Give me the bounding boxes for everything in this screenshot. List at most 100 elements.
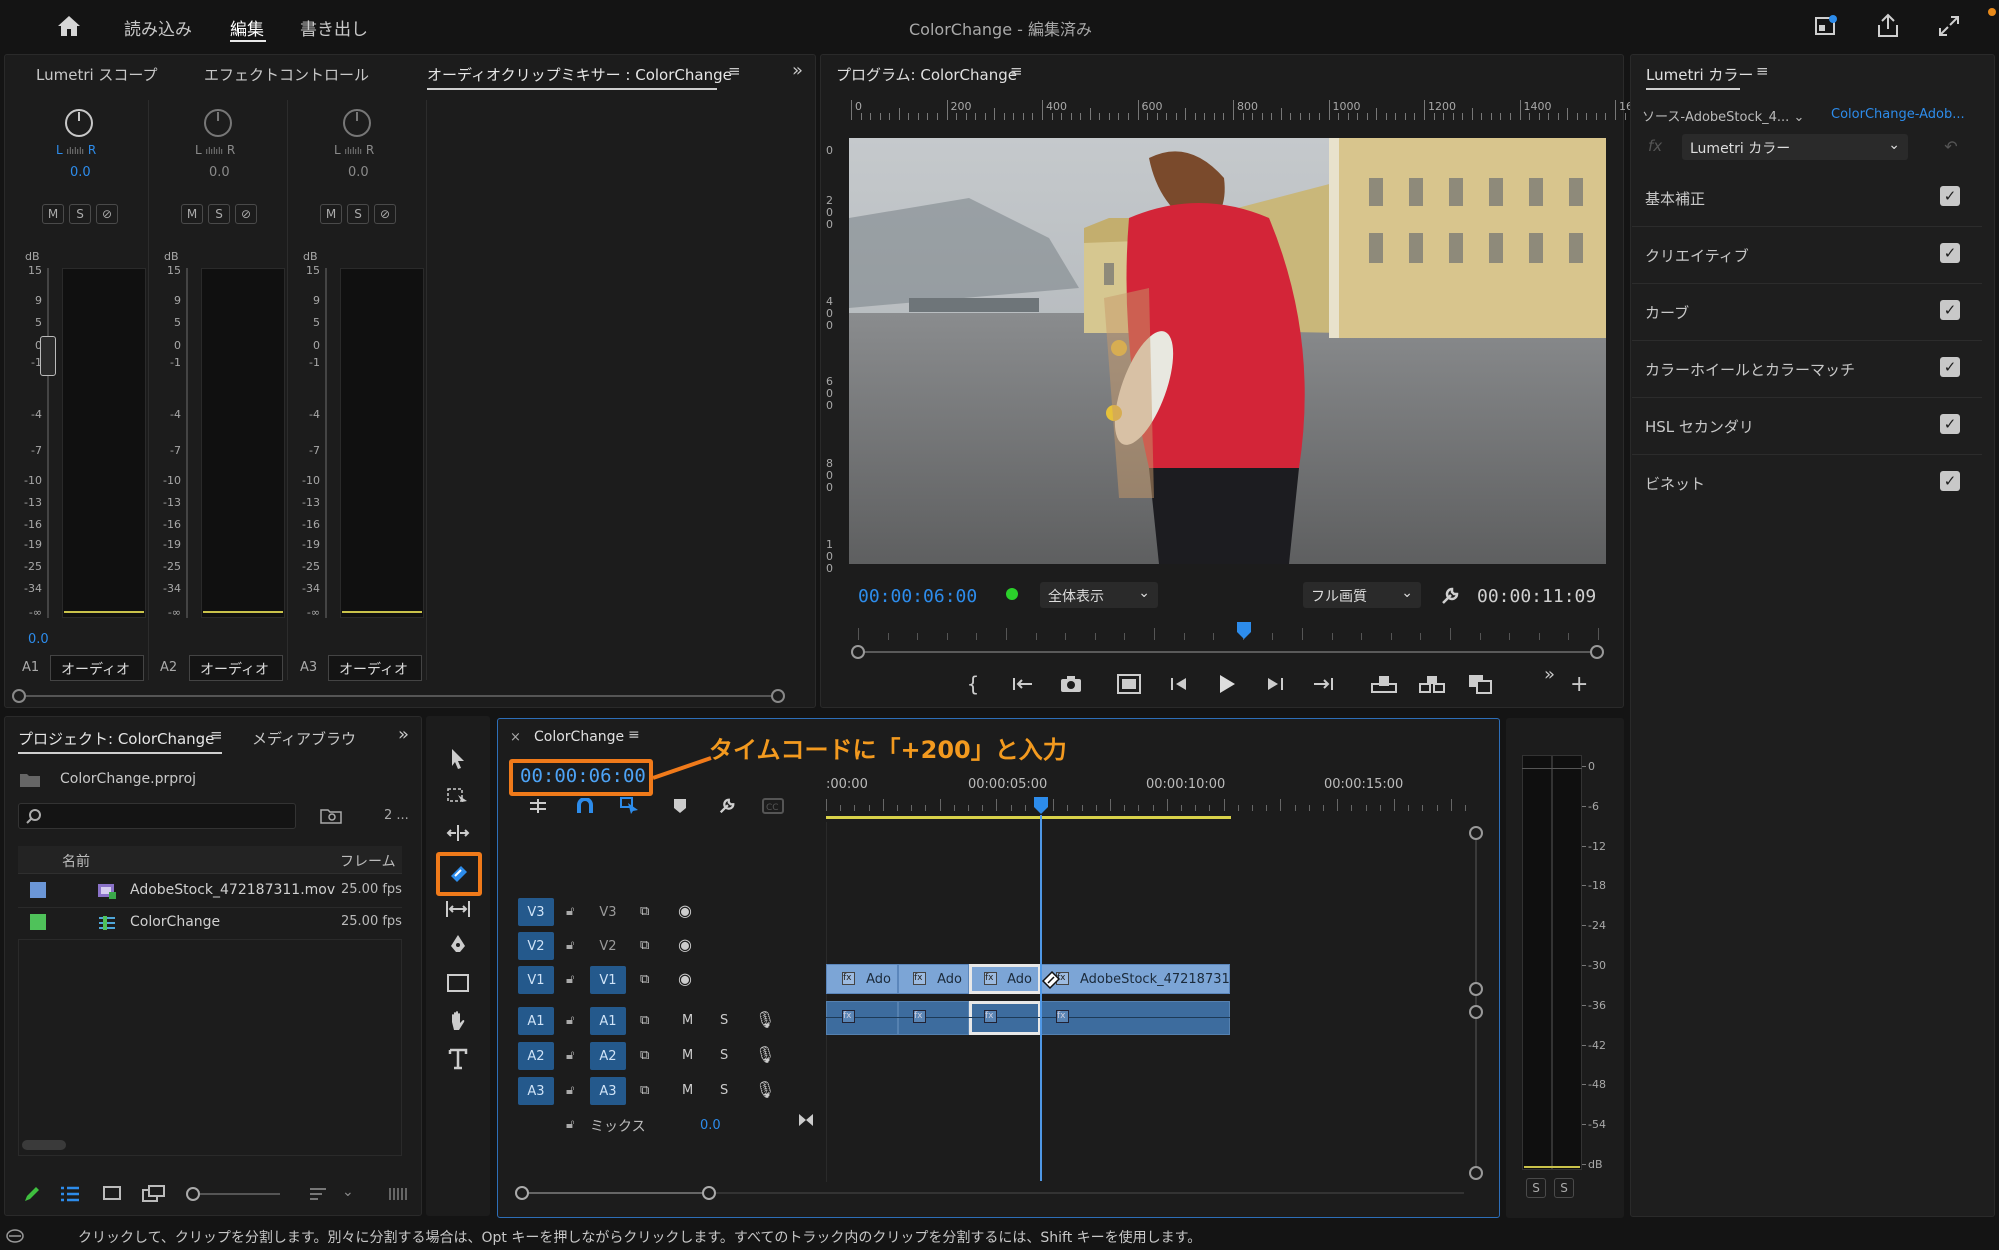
- playback-quality-dropdown[interactable]: フル画質 ⌄: [1303, 582, 1421, 608]
- solo-button-a2[interactable]: S: [208, 204, 230, 224]
- checkbox-hsl-secondary[interactable]: ✓: [1940, 414, 1960, 434]
- lock-icon[interactable]: 🔓︎: [566, 1083, 574, 1098]
- section-basic-correction[interactable]: 基本補正: [1632, 170, 1982, 227]
- pan-knob-a2-icon[interactable]: [203, 108, 233, 138]
- timeline-vscroll-track[interactable]: [1475, 833, 1477, 1173]
- solo-left-button[interactable]: S: [1526, 1178, 1546, 1198]
- pan-value-a1[interactable]: 0.0: [70, 165, 91, 180]
- tab-project[interactable]: プロジェクト: ColorChange: [18, 728, 214, 749]
- tab-edit[interactable]: 編集: [230, 15, 264, 40]
- captions-icon[interactable]: CC: [760, 796, 786, 816]
- pan-knob-a1-icon[interactable]: [64, 108, 94, 138]
- mute-track-button[interactable]: M: [682, 1048, 693, 1063]
- sequence-menu-icon[interactable]: ≡: [628, 727, 640, 743]
- nest-toggle-icon[interactable]: [526, 796, 550, 816]
- track-output-icon[interactable]: ⧉: [640, 938, 649, 953]
- eye-icon[interactable]: ◉: [678, 969, 692, 988]
- chevron-down-icon[interactable]: ⌄: [342, 1184, 354, 1200]
- checkbox-color-wheels[interactable]: ✓: [1940, 357, 1960, 377]
- lock-icon[interactable]: 🔓︎: [566, 938, 574, 953]
- eye-icon[interactable]: ◉: [678, 935, 692, 954]
- close-sequence-icon[interactable]: ×: [510, 730, 521, 745]
- mute-button-a3[interactable]: M: [320, 204, 342, 224]
- section-creative[interactable]: クリエイティブ: [1632, 227, 1982, 284]
- thumbnail-size-slider[interactable]: [190, 1193, 280, 1195]
- lock-icon[interactable]: 🔓︎: [566, 1048, 574, 1063]
- tab-lumetri-scopes[interactable]: Lumetri スコープ: [36, 64, 158, 85]
- lock-icon[interactable]: 🔓︎: [566, 904, 574, 919]
- microphone-icon[interactable]: 🎙︎: [755, 1010, 775, 1029]
- pan-knob-a3-icon[interactable]: [342, 108, 372, 138]
- pen-tool-icon[interactable]: [445, 932, 471, 958]
- list-view-icon[interactable]: [58, 1182, 82, 1206]
- track-label-a2[interactable]: A2: [590, 1042, 626, 1070]
- play-icon[interactable]: [1214, 670, 1240, 698]
- freeform-view-icon[interactable]: [140, 1182, 168, 1206]
- mix-lock-icon[interactable]: 🔓︎: [566, 1117, 574, 1132]
- pan-value-a3[interactable]: 0.0: [348, 165, 369, 180]
- transport-overflow-icon[interactable]: »: [1544, 664, 1555, 685]
- channel-name-a1[interactable]: オーディオ: [50, 655, 144, 681]
- track-output-icon[interactable]: ⧉: [640, 1048, 649, 1063]
- compare-view-icon[interactable]: [1466, 672, 1494, 696]
- video-clip[interactable]: Ado: [826, 964, 898, 994]
- automate-to-sequence-icon[interactable]: [386, 1182, 410, 1206]
- section-hsl-secondary[interactable]: HSL セカンダリ: [1632, 398, 1982, 455]
- solo-track-button[interactable]: S: [720, 1048, 728, 1063]
- source-patch-a3[interactable]: A3: [518, 1077, 554, 1105]
- eye-icon[interactable]: ◉: [678, 901, 692, 920]
- export-frame-camera-icon[interactable]: [1058, 672, 1084, 696]
- section-color-wheels[interactable]: カラーホイールとカラーマッチ: [1632, 341, 1982, 398]
- tab-media-browser[interactable]: メディアブラウ: [252, 728, 356, 749]
- hand-tool-icon[interactable]: [445, 1008, 471, 1034]
- track-output-icon[interactable]: ⧉: [640, 1083, 649, 1098]
- source-patch-v1[interactable]: V1: [518, 966, 554, 994]
- program-current-timecode[interactable]: 00:00:06:00: [858, 586, 977, 607]
- lift-icon[interactable]: [1370, 672, 1398, 696]
- mixer-scroll-handle-left[interactable]: [12, 689, 26, 703]
- icon-view-icon[interactable]: [100, 1182, 124, 1206]
- audio-clip-selected[interactable]: [969, 1001, 1041, 1035]
- checkbox-basic-correction[interactable]: ✓: [1940, 186, 1960, 206]
- mute-button-a1[interactable]: M: [42, 204, 64, 224]
- program-in-handle[interactable]: [851, 645, 865, 659]
- sort-icon[interactable]: [306, 1182, 330, 1206]
- pencil-icon[interactable]: [20, 1182, 44, 1206]
- thumbnail-size-handle[interactable]: [186, 1187, 200, 1201]
- type-tool-icon[interactable]: [445, 1046, 471, 1072]
- track-label-a1[interactable]: A1: [590, 1007, 626, 1035]
- mixer-scroll-handle-right[interactable]: [771, 689, 785, 703]
- checkbox-curves[interactable]: ✓: [1940, 300, 1960, 320]
- source-patch-v2[interactable]: V2: [518, 932, 554, 960]
- track-label-a3[interactable]: A3: [590, 1077, 626, 1105]
- lumetri-source-select[interactable]: ソース-AdobeStock_4... ⌄: [1642, 106, 1804, 125]
- solo-button-a3[interactable]: S: [347, 204, 369, 224]
- timeline-timecode-input[interactable]: 00:00:06:00: [520, 765, 646, 787]
- checkbox-creative[interactable]: ✓: [1940, 243, 1960, 263]
- mute-button-a2[interactable]: M: [181, 204, 203, 224]
- column-header-name[interactable]: 名前: [62, 851, 90, 871]
- snap-magnet-icon[interactable]: [573, 796, 597, 816]
- tab-import[interactable]: 読み込み: [124, 15, 192, 40]
- timeline-vscroll-handle[interactable]: [1469, 982, 1483, 996]
- audio-clip[interactable]: [1041, 1001, 1230, 1035]
- label-color-swatch[interactable]: [30, 914, 46, 930]
- channel-name-a2[interactable]: オーディオ: [189, 655, 283, 681]
- channel-name-a3[interactable]: オーディオ: [328, 655, 422, 681]
- program-scrub-bar[interactable]: [858, 651, 1600, 653]
- audio-clip[interactable]: [826, 1001, 898, 1035]
- microphone-icon[interactable]: 🎙︎: [755, 1080, 775, 1099]
- zoom-fit-dropdown[interactable]: 全体表示 ⌄: [1040, 582, 1158, 608]
- label-color-swatch[interactable]: [30, 882, 46, 898]
- pan-value-a2[interactable]: 0.0: [209, 165, 230, 180]
- panel-overflow-icon[interactable]: »: [792, 60, 803, 81]
- linked-selection-icon[interactable]: [618, 796, 642, 816]
- tab-effect-controls[interactable]: エフェクトコントロール: [204, 64, 369, 85]
- safe-margins-icon[interactable]: [1116, 672, 1142, 696]
- fader-value-a1[interactable]: 0.0: [28, 632, 49, 647]
- wrench-settings-icon[interactable]: [1438, 584, 1462, 608]
- project-search-input[interactable]: [18, 803, 296, 829]
- extract-icon[interactable]: [1418, 672, 1446, 696]
- fullscreen-icon[interactable]: [1936, 13, 1962, 39]
- find-bin-icon[interactable]: [318, 804, 344, 828]
